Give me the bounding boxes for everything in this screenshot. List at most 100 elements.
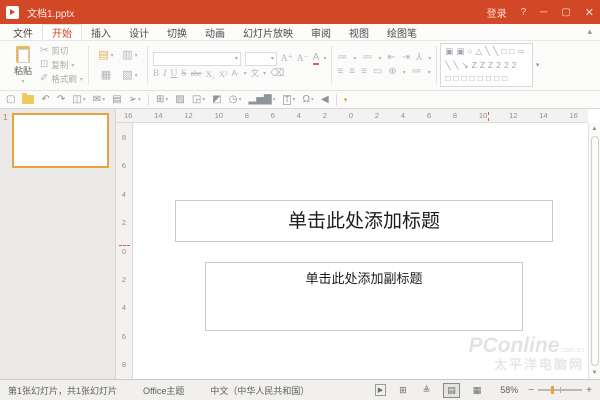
shapes-more-icon[interactable]: ▾ xyxy=(533,61,543,69)
text-box-button[interactable]: T▾ xyxy=(283,95,296,105)
tab-review[interactable]: 审阅 xyxy=(302,24,340,40)
tab-transitions[interactable]: 切换 xyxy=(158,24,196,40)
close-icon[interactable]: ✕ xyxy=(585,6,594,19)
app-logo-icon xyxy=(6,6,19,19)
text-direction-icon[interactable]: ⅄ xyxy=(416,53,422,63)
scroll-down-icon[interactable]: ▼ xyxy=(592,367,598,379)
slide-canvas[interactable]: 单击此处添加标题 单击此处添加副标题 PConline.com.cn 太平洋电脑… xyxy=(133,123,588,379)
language-status[interactable]: 中文（中华人民共和国） xyxy=(210,384,309,397)
toolbar-more-icon[interactable]: ▾ xyxy=(344,96,348,104)
normal-view-icon[interactable]: ▤ xyxy=(443,383,460,398)
align-center-icon[interactable]: ≡ xyxy=(349,67,355,77)
slide-sorter-view-icon[interactable]: ▦ xyxy=(470,384,485,397)
insert-table-button[interactable]: ⊞▾ xyxy=(156,95,168,105)
insert-picture-icon[interactable]: ▨ xyxy=(175,95,184,105)
shrink-font-button[interactable]: A⁻ xyxy=(297,53,309,64)
help-icon[interactable]: ? xyxy=(521,7,527,18)
align-left-icon[interactable]: ≡ xyxy=(337,67,343,77)
align-text-box-icon[interactable]: ▭ xyxy=(373,67,382,77)
font-group: ▾ ▾ A⁺ A⁻ A ▾ B I U S abc X₂ X² A∙ ▾ 文 ▾… xyxy=(149,44,330,86)
slideshow-view-icon[interactable]: ▶ xyxy=(375,384,386,396)
line-spacing-icon[interactable]: ≔ xyxy=(412,67,422,77)
zoom-level[interactable]: 58% xyxy=(500,385,518,395)
zoom-slider-thumb[interactable] xyxy=(551,386,554,394)
zoom-out-button[interactable]: − xyxy=(528,385,534,396)
font-color-button[interactable]: A xyxy=(313,52,320,65)
grow-font-button[interactable]: A⁺ xyxy=(281,53,293,64)
symbol-button[interactable]: Ω▾ xyxy=(303,95,315,105)
media-icon[interactable]: ◀ xyxy=(321,95,329,105)
distribute-icon[interactable]: ⊕ xyxy=(388,67,396,77)
redo-icon[interactable]: ↷ xyxy=(57,95,65,105)
tab-file[interactable]: 文件 xyxy=(4,24,42,40)
font-name-combobox[interactable]: ▾ xyxy=(153,52,241,66)
tab-animations[interactable]: 动画 xyxy=(196,24,234,40)
cut-button[interactable]: ✂ 剪切 xyxy=(40,45,83,57)
section-button[interactable]: ▧ ▾ xyxy=(118,65,142,85)
insert-chart-button[interactable]: ▂▅▇▾ xyxy=(249,95,276,105)
mail-button[interactable]: ✉▾ xyxy=(93,95,105,105)
presenter-view-icon[interactable]: ≜ xyxy=(420,384,434,397)
shapes-row-2[interactable]: ╲╲↘ZZZ222 xyxy=(445,59,527,72)
numbering-icon[interactable]: ≕ xyxy=(362,53,372,63)
tab-view[interactable]: 视图 xyxy=(340,24,378,40)
shapes-row-3[interactable]: □□□□□□□□ xyxy=(445,72,527,85)
format-painter-button[interactable]: ✐ 格式刷 ▾ xyxy=(40,73,83,85)
tab-home[interactable]: 开始 xyxy=(42,24,82,40)
decrease-indent-icon[interactable]: ⇤ xyxy=(387,53,395,63)
zoom-in-button[interactable]: + xyxy=(586,385,592,396)
slide-thumbnail-1[interactable] xyxy=(12,113,109,168)
tab-design[interactable]: 设计 xyxy=(120,24,158,40)
zoom-slider[interactable] xyxy=(538,389,582,391)
paste-dropdown-icon[interactable]: ▾ xyxy=(21,78,24,85)
print-icon[interactable]: ▤ xyxy=(112,95,121,105)
undo-icon[interactable]: ↶ xyxy=(41,95,49,105)
increase-indent-icon[interactable]: ⇥ xyxy=(402,53,410,63)
copy-button[interactable]: ⊡ 复制 ▾ xyxy=(40,59,83,71)
text-tool-icon[interactable]: 文 xyxy=(251,69,260,78)
minimize-icon[interactable]: ─ xyxy=(540,7,547,18)
paste-button[interactable]: 粘贴 ▾ xyxy=(8,44,38,86)
new-document-icon[interactable]: ▢ xyxy=(6,95,15,105)
collapse-ribbon-icon[interactable]: ▴ xyxy=(587,26,592,37)
bullets-icon[interactable]: ≔ xyxy=(337,53,347,63)
subscript-button[interactable]: X₂ xyxy=(206,69,215,79)
new-slide-button[interactable]: ▤ ▾ xyxy=(94,45,118,65)
document-title: 文档1.pptx xyxy=(27,5,74,20)
ribbon: 粘贴 ▾ ✂ 剪切 ⊡ 复制 ▾ ✐ 格式刷 ▾ xyxy=(0,41,600,91)
select-button[interactable]: ➢▾ xyxy=(129,95,141,105)
reading-view-icon[interactable]: ⊞ xyxy=(396,384,410,397)
bold-button[interactable]: B xyxy=(153,69,159,79)
slide-thumbnail-panel[interactable]: 1 xyxy=(0,109,116,379)
strike-abc-button[interactable]: abc xyxy=(191,69,202,78)
status-bar: 第1张幻灯片，共1张幻灯片 Office主题 中文（中华人民共和国） ▶ ⊞ ≜… xyxy=(0,379,600,400)
slide-layout-button[interactable]: ▥ ▾ xyxy=(118,45,142,65)
clear-format-icon[interactable]: ⌫ xyxy=(270,69,284,79)
superscript-button[interactable]: X² xyxy=(219,69,228,79)
strikethrough-button[interactable]: S xyxy=(181,69,186,79)
italic-button[interactable]: I xyxy=(163,69,166,79)
character-spacing-icon[interactable]: A∙ xyxy=(232,69,240,78)
subtitle-placeholder[interactable]: 单击此处添加副标题 xyxy=(205,262,523,331)
scroll-up-icon[interactable]: ▲ xyxy=(592,123,598,135)
login-button[interactable]: 登录 xyxy=(487,5,507,20)
theme-status[interactable]: Office主题 xyxy=(143,384,184,397)
reset-slide-button[interactable]: ▦ xyxy=(94,65,118,85)
shapes-row-1[interactable]: ▣▣○△╲╲□□⇨ xyxy=(445,45,527,58)
animation-button[interactable]: ◷▾ xyxy=(229,95,242,105)
new-slide-icon: ▤ xyxy=(98,50,108,61)
smartart-icon[interactable]: ◩ xyxy=(212,95,221,105)
vertical-scrollbar[interactable]: ▲ ▼ xyxy=(588,123,600,379)
scrollbar-thumb[interactable] xyxy=(591,136,599,366)
tab-slideshow[interactable]: 幻灯片放映 xyxy=(234,24,302,40)
underline-button[interactable]: U xyxy=(170,69,177,79)
align-right-icon[interactable]: ≡ xyxy=(361,67,367,77)
save-button[interactable]: ◫▾ xyxy=(72,95,85,105)
tab-draw[interactable]: 绘图笔 xyxy=(378,24,426,40)
maximize-icon[interactable]: ▢ xyxy=(561,7,570,18)
screenshot-button[interactable]: ◲▾ xyxy=(192,95,205,105)
tab-insert[interactable]: 插入 xyxy=(82,24,120,40)
title-placeholder[interactable]: 单击此处添加标题 xyxy=(175,200,553,242)
open-folder-icon[interactable] xyxy=(22,95,34,104)
font-size-combobox[interactable]: ▾ xyxy=(245,52,277,66)
